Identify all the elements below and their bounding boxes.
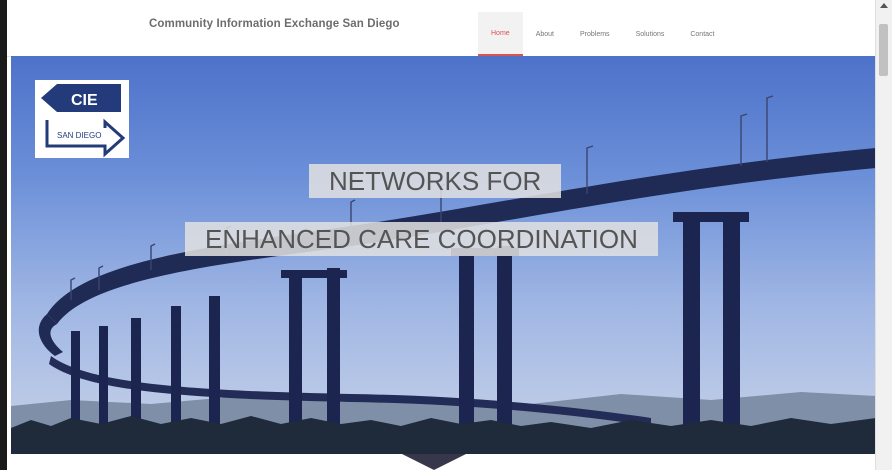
window-border bbox=[0, 0, 7, 470]
hero-headline-line-1: NETWORKS FOR bbox=[309, 164, 562, 198]
nav-home[interactable]: Home bbox=[478, 12, 523, 56]
top-navbar: Community Information Exchange San Diego… bbox=[7, 0, 876, 57]
site-brand[interactable]: Community Information Exchange San Diego bbox=[149, 18, 400, 30]
hero-banner: CIE SAN DIEGO NETWORKS FOR ENHANCED CARE… bbox=[11, 56, 876, 454]
cie-logo-mark: CIE SAN DIEGO bbox=[41, 84, 126, 158]
scroll-up-arrow-icon[interactable] bbox=[880, 3, 888, 8]
main-nav: Home About Problems Solutions Contact bbox=[478, 12, 727, 56]
hero-headline-line-2: ENHANCED CARE COORDINATION bbox=[185, 222, 658, 256]
nav-solutions[interactable]: Solutions bbox=[623, 12, 678, 56]
page-scrollbar[interactable] bbox=[875, 0, 892, 470]
nav-about[interactable]: About bbox=[523, 12, 567, 56]
cie-logo[interactable]: CIE SAN DIEGO bbox=[35, 80, 129, 158]
nav-problems[interactable]: Problems bbox=[567, 12, 623, 56]
logo-top-text: CIE bbox=[71, 92, 98, 109]
scroll-thumb[interactable] bbox=[879, 24, 888, 76]
logo-bottom-text: SAN DIEGO bbox=[57, 131, 101, 140]
nav-contact[interactable]: Contact bbox=[677, 12, 727, 56]
section-notch-arrow bbox=[402, 454, 466, 470]
